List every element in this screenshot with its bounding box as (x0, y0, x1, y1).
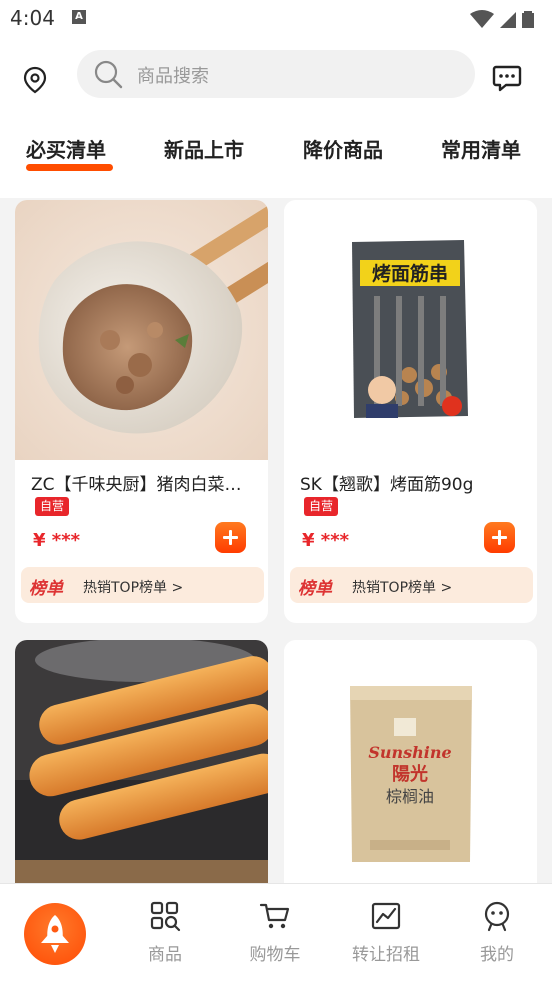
tab-must-buy[interactable]: 必买清单 (26, 134, 106, 163)
top-rank-link[interactable]: 榜单 热销TOP榜单 > (290, 567, 533, 603)
nav-label: 我的 (480, 945, 514, 965)
status-bar: 4:04 A (0, 0, 552, 38)
product-title[interactable]: ZC【千味央厨】猪肉白菜… (31, 470, 253, 495)
product-title[interactable]: SK【翘歌】烤面筋90g (300, 470, 522, 495)
top-rank-link[interactable]: 榜单 热销TOP榜单 > (21, 567, 264, 603)
location-icon[interactable] (22, 66, 48, 94)
package-brand: Sunshine (368, 743, 451, 762)
product-card[interactable]: 烤面筋串 SK【翘歌】烤面筋90g 自营 ¥ *** 榜单 热销TOP榜单 > (284, 200, 537, 623)
tab-frequent-list[interactable]: 常用清单 (441, 134, 521, 163)
nav-cart[interactable]: 购物车 (230, 900, 320, 965)
status-time: 4:04 (10, 6, 55, 30)
nav-transfer-rent[interactable]: 转让招租 (341, 900, 431, 965)
package-brand-cn: 陽光 (392, 763, 428, 785)
nav-label: 购物车 (249, 945, 301, 965)
rocket-icon (41, 915, 69, 953)
add-to-cart-button[interactable] (215, 522, 246, 553)
nav-label: 商品 (148, 945, 182, 965)
chart-icon (371, 902, 401, 930)
nav-label: 转让招租 (352, 945, 420, 965)
tab-new-arrivals[interactable]: 新品上市 (164, 134, 244, 163)
nav-products[interactable]: 商品 (120, 900, 210, 965)
search-placeholder: 商品搜索 (137, 66, 209, 87)
cart-icon (259, 903, 290, 929)
rank-text: 热销TOP榜单 > (352, 580, 453, 596)
product-image-kaomianjin[interactable]: 烤面筋串 (284, 200, 537, 460)
grid-search-icon (150, 901, 181, 932)
active-tab-indicator (26, 164, 113, 171)
self-operated-badge: 自营 (304, 497, 339, 516)
face-icon (484, 901, 510, 932)
search-icon (94, 60, 123, 89)
wifi-icon (470, 10, 494, 28)
search-input[interactable]: 商品搜索 (77, 50, 475, 98)
tab-price-drop[interactable]: 降价商品 (303, 134, 383, 163)
home-rocket-button[interactable] (24, 903, 86, 965)
header: 商品搜索 必买清单 新品上市 降价商品 常用清单 (0, 38, 552, 198)
rank-logo: 榜单 (298, 579, 332, 599)
rank-text: 热销TOP榜单 > (83, 580, 184, 596)
bottom-nav: 商品 购物车 转让招租 我的 (0, 883, 552, 983)
signal-icon (500, 12, 516, 28)
product-price: ¥ *** (302, 530, 350, 551)
product-image-palm-oil[interactable]: Sunshine 陽光 棕榈油 (284, 640, 537, 900)
notification-icon: A (72, 10, 86, 24)
status-icons (470, 10, 534, 28)
product-card[interactable]: Sunshine 陽光 棕榈油 (284, 640, 537, 900)
product-card[interactable]: ZC【千味央厨】猪肉白菜… 自营 ¥ *** 榜单 热销TOP榜单 > (15, 200, 268, 623)
add-to-cart-button[interactable] (484, 522, 515, 553)
product-card[interactable] (15, 640, 268, 900)
self-operated-badge: 自营 (35, 497, 70, 516)
message-icon[interactable] (492, 64, 522, 92)
package-label: 棕榈油 (386, 787, 434, 806)
product-image-dumpling[interactable] (15, 200, 268, 460)
nav-mine[interactable]: 我的 (452, 900, 542, 965)
product-price: ¥ *** (33, 530, 81, 551)
package-text: 烤面筋串 (372, 262, 448, 285)
product-image-fried-dough[interactable] (15, 640, 268, 900)
battery-icon (522, 11, 534, 28)
rank-logo: 榜单 (29, 579, 63, 599)
